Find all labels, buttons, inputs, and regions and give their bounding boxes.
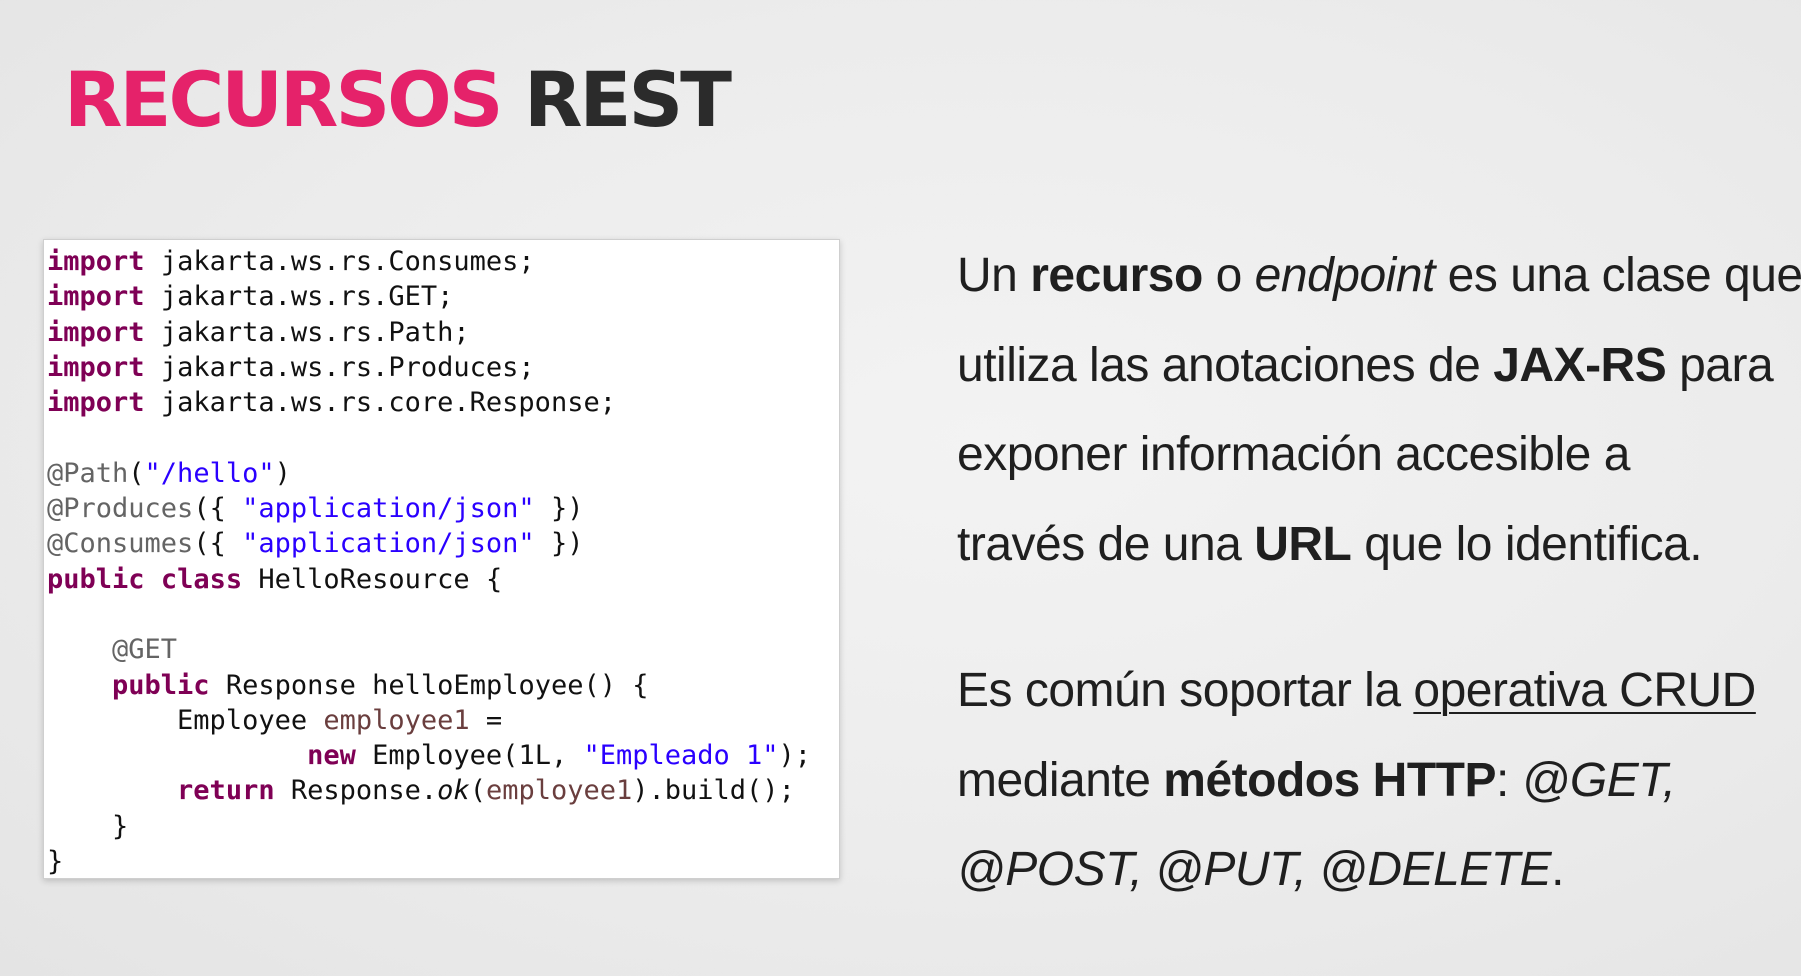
bold-term: métodos HTTP: [1163, 753, 1496, 807]
code-line-import: import jakarta.ws.rs.GET;: [47, 279, 839, 314]
italic-term: endpoint: [1254, 249, 1436, 302]
italic-term: @GET,: [1521, 753, 1676, 807]
import-name: jakarta.ws.rs.GET;: [160, 281, 454, 313]
import-name: jakarta.ws.rs.Consumes;: [160, 246, 535, 277]
text-fragment: para: [1666, 338, 1774, 392]
code-line-get-annotation: @GET: [47, 632, 839, 667]
description-line: @POST, @PUT, @DELETE.: [957, 832, 1787, 922]
code-line-return: return Response.ok(employee1).build();: [177, 775, 795, 807]
media-type: "application/json": [242, 528, 535, 560]
text-fragment: o: [1202, 249, 1255, 302]
description-line: Es común soportar la operativa CRUD: [957, 653, 1787, 743]
description-line: utiliza las anotaciones de JAX-RS para: [957, 328, 1787, 418]
import-name: jakarta.ws.rs.Produces;: [160, 351, 535, 383]
keyword-public: public: [112, 669, 210, 701]
text-fragment: Un: [957, 249, 1031, 302]
description-line: través de una URL que lo identifica.: [957, 507, 1787, 597]
code-line-method-close: }: [47, 810, 129, 842]
description-line: Un recurso o endpoint es una clase que: [957, 238, 1801, 328]
keyword-return: return: [177, 775, 275, 807]
code-line-produces-annotation: @Produces({ "application/json" }): [47, 493, 584, 525]
keyword-class: class: [160, 563, 243, 595]
description-line: mediante métodos HTTP: @GET,: [957, 743, 1787, 833]
code-line-import: import jakarta.ws.rs.Consumes;: [47, 244, 839, 279]
code-line-consumes-annotation: @Consumes({ "application/json" }): [47, 528, 584, 560]
code-line-class-close: }: [47, 846, 64, 878]
italic-term: @POST, @PUT, @DELETE: [957, 843, 1552, 896]
code-line-path-annotation: @Path("/hello"): [47, 457, 291, 489]
keyword-import: import: [47, 351, 145, 383]
ok-method: ok: [437, 775, 470, 807]
underlined-term: operativa CRUD: [1413, 664, 1756, 717]
code-line-import: import jakarta.ws.rs.core.Response;: [47, 385, 839, 420]
import-name: jakarta.ws.rs.core.Response;: [160, 387, 616, 419]
text-fragment: utiliza las anotaciones de: [957, 338, 1494, 392]
code-line-method-declaration: public Response helloEmployee() {: [112, 669, 649, 701]
bold-term: URL: [1254, 517, 1352, 571]
text-fragment: es una clase que: [1434, 249, 1801, 302]
constructor-call: Employee(1L,: [372, 740, 584, 772]
bold-term: recurso: [1030, 249, 1203, 302]
bold-term: JAX-RS: [1493, 338, 1667, 392]
method-name: helloEmployee: [372, 669, 584, 701]
code-line-import: import jakarta.ws.rs.Path;: [47, 315, 839, 350]
return-type: Response: [225, 669, 356, 701]
slide-description: Un recurso o endpoint es una clase que u…: [957, 238, 1801, 922]
code-line-import: import jakarta.ws.rs.Produces;: [47, 350, 839, 385]
path-annotation: @Path: [47, 457, 129, 489]
slide-title: RECURSOS REST: [64, 62, 732, 138]
keyword-import: import: [47, 246, 145, 277]
class-name: HelloResource: [258, 563, 470, 595]
keyword-import: import: [47, 281, 145, 313]
import-name: jakarta.ws.rs.Path;: [160, 316, 470, 348]
code-snippet: import jakarta.ws.rs.Consumes; import ja…: [43, 239, 840, 879]
text-fragment: .: [1551, 843, 1564, 896]
consumes-annotation: @Consumes: [47, 528, 194, 560]
text-fragment: mediante: [957, 753, 1164, 807]
response-class: Response.: [290, 775, 438, 807]
build-call: ).build();: [632, 775, 795, 807]
path-value: "/hello": [144, 457, 275, 489]
local-type: Employee: [177, 704, 308, 736]
title-accent-word: RECURSOS: [64, 55, 504, 144]
text-fragment: exponer información accesible a: [957, 428, 1630, 481]
produces-annotation: @Produces: [47, 493, 194, 525]
text-fragment: Es común soportar la: [957, 664, 1414, 717]
code-line-local-declaration: Employee employee1 =: [177, 704, 503, 736]
keyword-public: public: [47, 563, 145, 595]
code-line-constructor: new Employee(1L, "Empleado 1");: [307, 740, 812, 772]
title-main-word: REST: [524, 55, 732, 144]
text-fragment: través de una: [957, 517, 1255, 571]
keyword-import: import: [47, 387, 145, 419]
keyword-new: new: [307, 740, 356, 772]
text-fragment: que lo identifica.: [1351, 517, 1703, 571]
local-variable: employee1: [323, 704, 470, 736]
get-annotation: @GET: [112, 634, 178, 666]
constructor-argument: "Empleado 1": [583, 740, 779, 772]
media-type: "application/json": [242, 493, 535, 525]
keyword-import: import: [47, 316, 145, 348]
description-line: exponer información accesible a: [957, 417, 1787, 507]
text-fragment: :: [1495, 753, 1522, 807]
code-line-class-declaration: public class HelloResource {: [47, 563, 503, 595]
local-variable: employee1: [485, 775, 633, 807]
